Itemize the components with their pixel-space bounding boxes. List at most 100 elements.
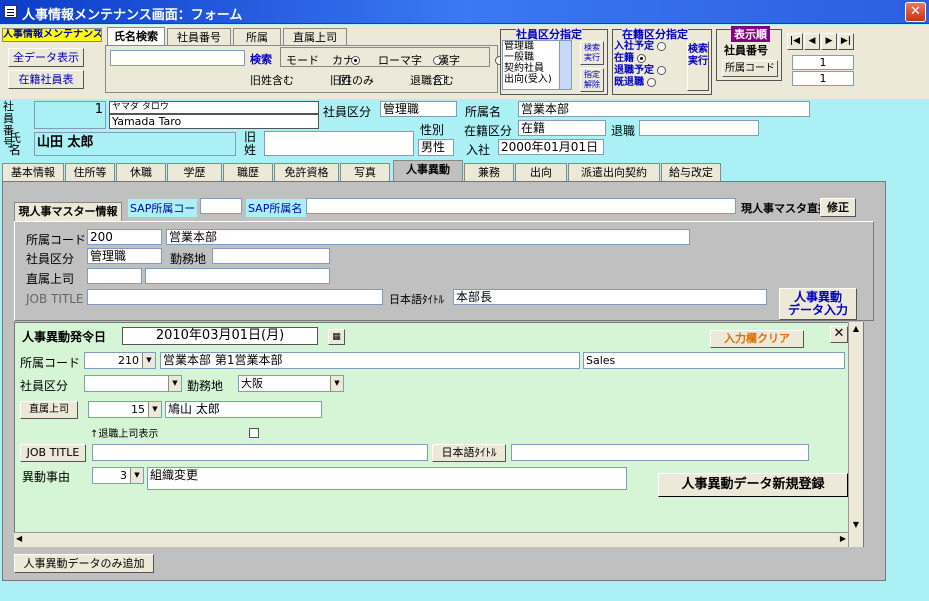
tab-secondment[interactable]: 出向 — [515, 163, 567, 181]
class-filter-clear-button[interactable]: 指定解除 — [580, 68, 604, 92]
clear-input-button[interactable]: 入力欄クリア — [710, 330, 804, 348]
transfer-date-field[interactable]: 2010年03月01日(月) — [122, 327, 318, 345]
nav-first-button[interactable]: |◀ — [787, 33, 803, 50]
tr-retired-boss-checkbox[interactable] — [249, 428, 259, 438]
chevron-down-icon[interactable]: ▼ — [168, 376, 181, 391]
emp-roman-field[interactable]: Yamada Taro — [109, 114, 319, 129]
mode-kana-radio[interactable] — [351, 55, 360, 65]
tab-address[interactable]: 住所等 — [65, 163, 115, 181]
tab-name-search[interactable]: 氏名検索 — [107, 27, 165, 45]
tab-education[interactable]: 学歴 — [167, 163, 222, 181]
cur-dept-name-field[interactable]: 営業本部 — [166, 229, 690, 245]
status-option[interactable]: 退職予定 — [614, 65, 674, 77]
scroll-left-icon[interactable]: ◀ — [16, 534, 22, 543]
tr-boss-button[interactable]: 直属上司 — [20, 401, 78, 419]
tab-current-master[interactable]: 現人事マスター情報 — [14, 202, 122, 221]
tr-dept-code-select[interactable]: 210 ▼ — [84, 352, 156, 369]
status-radio[interactable] — [657, 41, 667, 51]
status-option[interactable]: 在籍 — [614, 53, 674, 65]
emp-class-field[interactable]: 管理職 — [380, 101, 457, 117]
scroll-right-icon[interactable]: ▶ — [840, 534, 846, 543]
tr-jp-title-field[interactable] — [511, 444, 809, 461]
tr-dept-en-field[interactable]: Sales — [583, 352, 845, 369]
tr-job-title-button[interactable]: JOB TITLE — [20, 444, 86, 462]
cur-location-field[interactable] — [212, 248, 330, 264]
tab-leave[interactable]: 休職 — [116, 163, 166, 181]
tr-reason-field[interactable]: 組織変更 — [147, 467, 627, 490]
status-radio[interactable] — [657, 65, 667, 75]
cur-dept-code-field[interactable]: 200 — [87, 229, 162, 245]
status-filter-exec-button[interactable]: 検索実行 — [687, 41, 709, 91]
emp-gender-field[interactable]: 男性 — [418, 139, 454, 156]
chevron-down-icon[interactable]: ▼ — [142, 353, 155, 368]
cur-boss-name-field[interactable] — [145, 268, 330, 284]
class-filter-exec-button[interactable]: 検索実行 — [580, 41, 604, 65]
class-filter-scrollbar[interactable] — [559, 40, 572, 90]
nav-prev-button[interactable]: ◀ — [804, 33, 820, 50]
cur-job-title-field[interactable] — [87, 289, 383, 305]
status-radio[interactable] — [637, 53, 647, 63]
tab-dispatch[interactable]: 派遣出向契約 — [568, 163, 660, 181]
transfer-entry-button[interactable]: 人事異動 データ入力 — [779, 288, 857, 320]
tab-dept[interactable]: 所属 — [233, 28, 281, 46]
scroll-up-icon[interactable]: ▲ — [849, 322, 863, 335]
emp-no-field[interactable]: 1 — [34, 101, 106, 129]
sap-name-field[interactable] — [306, 198, 736, 214]
emp-status-field[interactable]: 在籍 — [518, 120, 606, 136]
tab-license[interactable]: 免許資格 — [274, 163, 339, 181]
tr-location-select[interactable]: 大阪 ▼ — [238, 375, 344, 392]
tab-transfer[interactable]: 人事異動 — [393, 160, 463, 181]
status-option[interactable]: 入社予定 — [614, 41, 674, 53]
search-button[interactable]: 検索 — [250, 51, 272, 67]
calendar-icon[interactable]: ▦ — [328, 329, 345, 345]
status-filter-title: 在籍区分指定 — [622, 26, 688, 42]
emp-name-field[interactable]: 山田 太郎 — [34, 132, 236, 156]
emp-join-field[interactable]: 2000年01月01日 — [498, 139, 604, 155]
emp-dept-field[interactable]: 営業本部 — [518, 101, 810, 117]
search-input[interactable] — [110, 50, 245, 66]
tab-concurrent[interactable]: 兼務 — [464, 163, 514, 181]
tr-boss-code-select[interactable]: 15 ▼ — [88, 401, 162, 418]
close-window-button[interactable]: ✕ — [905, 2, 926, 22]
tab-salary[interactable]: 給与改定 — [661, 163, 721, 181]
chevron-down-icon[interactable]: ▼ — [330, 376, 343, 391]
fix-button[interactable]: 修正 — [820, 198, 856, 217]
status-radio[interactable] — [647, 77, 657, 87]
cur-boss-code-field[interactable] — [87, 268, 142, 284]
emp-retire-field[interactable] — [639, 120, 759, 136]
emp-old-name-field[interactable] — [264, 131, 414, 156]
scroll-down-icon[interactable]: ▼ — [849, 518, 863, 531]
cur-jp-title-field[interactable]: 本部長 — [453, 289, 767, 305]
nav-last-button[interactable]: ▶| — [838, 33, 854, 50]
tr-job-title-field[interactable] — [92, 444, 428, 461]
status-option-label: 在籍 — [614, 53, 634, 64]
sap-code-field[interactable] — [200, 198, 242, 214]
tab-photo[interactable]: 写真 — [340, 163, 390, 181]
register-transfer-button[interactable]: 人事異動データ新規登録 — [658, 473, 848, 497]
tab-boss[interactable]: 直属上司 — [283, 28, 347, 46]
subform-scrollbar[interactable]: ▲ ▼ — [848, 322, 863, 547]
status-option[interactable]: 既退職 — [614, 77, 674, 89]
chevron-down-icon[interactable]: ▼ — [148, 402, 161, 417]
subform-close-icon[interactable]: ✕ — [830, 326, 848, 343]
app-form-icon — [4, 5, 17, 18]
old-name-include-label: 旧姓含む — [250, 74, 294, 87]
tr-reason-select[interactable]: 3 ▼ — [92, 467, 144, 484]
tr-class-select[interactable]: ▼ — [84, 375, 182, 392]
emp-kana-field[interactable]: ヤマダ タロウ — [109, 101, 319, 114]
tab-basic[interactable]: 基本情報 — [2, 163, 64, 181]
add-transfer-only-button[interactable]: 人事異動データのみ追加 — [14, 554, 154, 573]
display-order-dept-code-button[interactable]: 所属コード — [722, 60, 778, 77]
roster-button[interactable]: 在籍社員表 — [8, 70, 84, 89]
tab-career[interactable]: 職歴 — [223, 163, 273, 181]
tab-emp-no[interactable]: 社員番号 — [167, 28, 231, 46]
nav-next-button[interactable]: ▶ — [821, 33, 837, 50]
tr-jp-title-button[interactable]: 日本語ﾀｲﾄﾙ — [432, 444, 506, 462]
cur-class-field[interactable]: 管理職 — [87, 248, 162, 264]
all-data-button[interactable]: 全データ表示 — [8, 48, 84, 67]
chevron-down-icon[interactable]: ▼ — [130, 468, 143, 483]
tr-boss-name-field[interactable]: 鳩山 太郎 — [165, 401, 322, 418]
subform-hscrollbar[interactable]: ◀ ▶ — [14, 532, 848, 547]
display-order-emp-no[interactable]: 社員番号 — [724, 42, 768, 58]
tr-dept-name-field[interactable]: 営業本部 第1営業本部 — [160, 352, 580, 369]
